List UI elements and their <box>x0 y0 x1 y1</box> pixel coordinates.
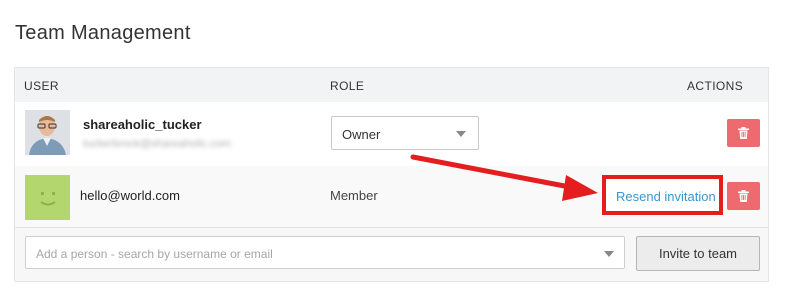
table-row: shareaholic_tucker tuckerbrock@shareahol… <box>15 102 768 167</box>
username: shareaholic_tucker <box>83 117 202 132</box>
resend-invitation-link[interactable]: Resend invitation <box>616 189 716 204</box>
add-person-placeholder: Add a person - search by username or ema… <box>36 247 273 261</box>
user-email-blurred: tuckerbrock@shareaholic.com <box>83 138 232 150</box>
invitee-email: hello@world.com <box>80 188 180 203</box>
table-row: hello@world.com Member Resend invitation <box>15 166 768 228</box>
avatar <box>25 110 70 155</box>
avatar <box>25 175 70 220</box>
invite-to-team-button[interactable]: Invite to team <box>636 236 760 271</box>
role-select[interactable]: Owner <box>331 116 479 150</box>
role-label: Member <box>330 188 378 203</box>
add-person-search[interactable]: Add a person - search by username or ema… <box>25 236 625 269</box>
column-header-user: USER <box>24 79 59 93</box>
table-header: USER ROLE ACTIONS <box>15 68 768 103</box>
delete-user-button[interactable] <box>727 119 760 147</box>
role-select-value: Owner <box>342 127 381 142</box>
chevron-down-icon <box>604 251 614 257</box>
team-table: USER ROLE ACTIONS shareaholic_tucker tuc… <box>14 67 769 282</box>
page-title: Team Management <box>15 22 191 44</box>
delete-invite-button[interactable] <box>727 182 760 210</box>
trash-icon <box>738 190 749 202</box>
column-header-role: ROLE <box>330 79 365 93</box>
trash-icon <box>738 127 749 139</box>
chevron-down-icon <box>456 131 466 137</box>
column-header-actions: ACTIONS <box>687 79 744 93</box>
resend-highlight-box: Resend invitation <box>602 175 723 215</box>
